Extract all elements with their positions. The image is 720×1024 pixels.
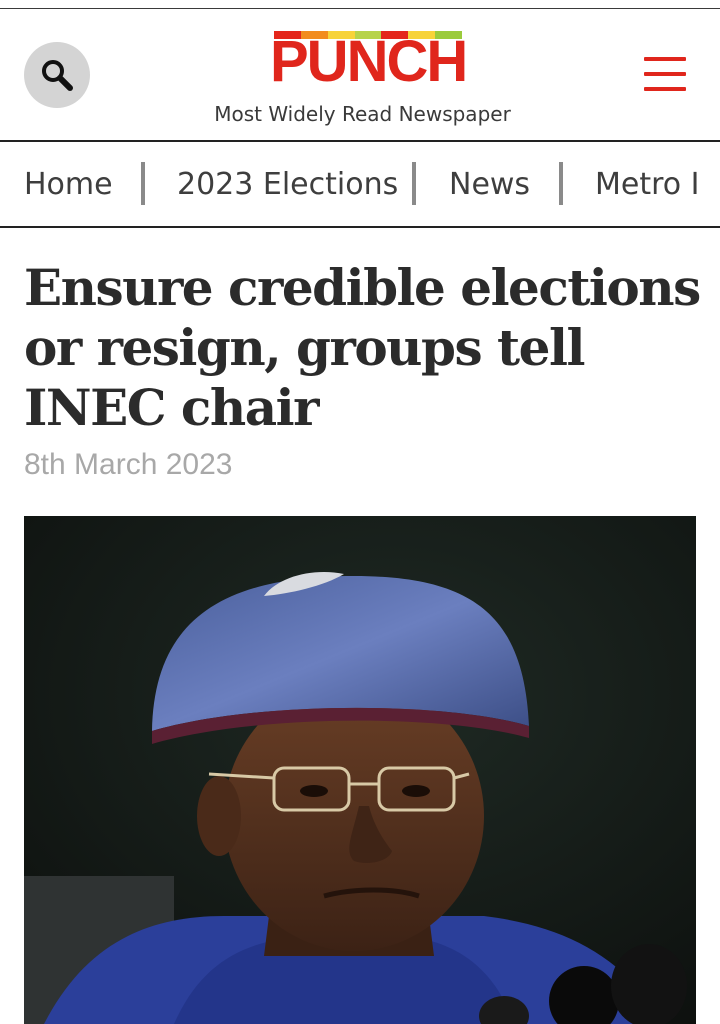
menu-button[interactable] bbox=[644, 57, 688, 93]
article-photo[interactable] bbox=[24, 516, 696, 1024]
article-date: 8th March 2023 bbox=[24, 448, 233, 481]
tagline: Most Widely Read Newspaper bbox=[214, 102, 511, 126]
site-header: PUNCH Most Widely Read Newspaper bbox=[0, 9, 720, 140]
search-icon bbox=[42, 60, 73, 91]
nav-separator bbox=[141, 162, 145, 205]
category-nav: Home 2023 Elections News Metro I bbox=[0, 142, 720, 227]
portrait-illustration bbox=[24, 516, 696, 1024]
nav-item-2023-elections[interactable]: 2023 Elections bbox=[177, 142, 398, 227]
nav-separator bbox=[412, 162, 416, 205]
hamburger-menu-icon-line bbox=[644, 72, 686, 76]
article-headline: Ensure credible elections or resign, gro… bbox=[24, 258, 701, 437]
logo-wordmark: PUNCH bbox=[270, 29, 468, 94]
nav-item-metro[interactable]: Metro I bbox=[595, 142, 700, 227]
hamburger-menu-icon-line bbox=[644, 87, 686, 91]
hamburger-menu-icon bbox=[644, 57, 686, 61]
search-button[interactable] bbox=[24, 42, 90, 108]
punch-logo[interactable]: PUNCH bbox=[270, 29, 468, 95]
nav-item-news[interactable]: News bbox=[449, 142, 530, 227]
nav-item-home[interactable]: Home bbox=[24, 142, 113, 227]
nav-divider bbox=[0, 226, 720, 228]
nav-separator bbox=[559, 162, 563, 205]
